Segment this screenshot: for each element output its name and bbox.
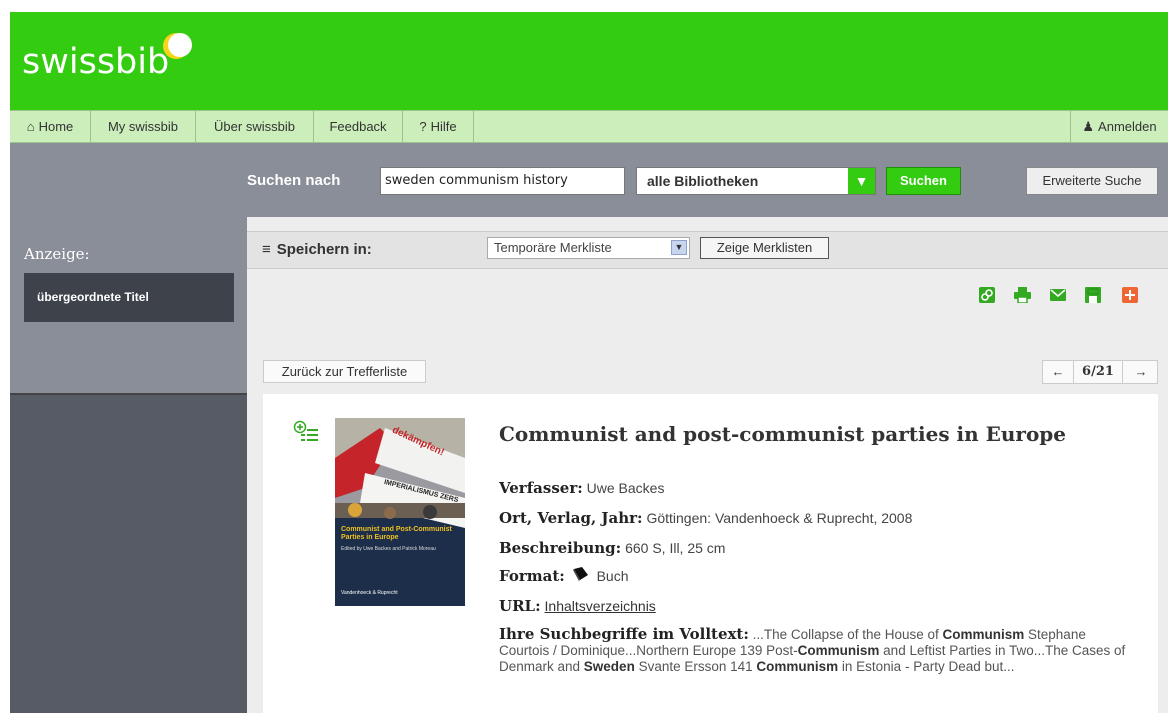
- cover-editors: Edited by Uwe Backes and Patrick Moreau: [341, 546, 436, 552]
- nav-my-swissbib[interactable]: My swissbib: [91, 111, 196, 142]
- cover-book-title: Communist and Post-Communist Parties in …: [341, 526, 452, 541]
- save-label: ≡ Speichern in:: [262, 241, 372, 258]
- add-to-list-icon[interactable]: [292, 420, 320, 444]
- format-field: Format: Buch: [499, 567, 629, 585]
- nav-feedback[interactable]: Feedback: [314, 111, 403, 142]
- book-icon-svg: [572, 567, 588, 581]
- house-icon: ⌂: [26, 119, 35, 134]
- book-cover[interactable]: dekämpfen! IMPERIALISMUS ZERS Communist …: [335, 418, 465, 606]
- list-icon: ≡: [262, 241, 271, 258]
- book-cover-image: [335, 418, 465, 606]
- page-indicator: 6/21: [1073, 361, 1123, 383]
- parent-titles-button[interactable]: übergeordnete Titel: [24, 273, 234, 322]
- display-heading: Anzeige:: [24, 245, 90, 263]
- user-icon: ♟: [1082, 119, 1095, 134]
- author-value: Uwe Backes: [586, 480, 665, 496]
- format-value: Buch: [596, 568, 629, 584]
- description-field: Beschreibung: 660 S, Ill, 25 cm: [499, 539, 726, 557]
- next-arrow-icon[interactable]: →: [1125, 361, 1157, 383]
- library-select-value: alle Bibliotheken: [647, 173, 759, 189]
- dropdown-arrow-icon[interactable]: ▼: [848, 168, 875, 194]
- search-input[interactable]: sweden communism history: [380, 167, 625, 195]
- link-icon[interactable]: [979, 287, 995, 303]
- library-select[interactable]: alle Bibliotheken ▼: [636, 167, 876, 195]
- add-icon[interactable]: [1122, 287, 1138, 303]
- logo-moon-icon: [163, 33, 192, 59]
- author-field: Verfasser: Uwe Backes: [499, 479, 665, 497]
- question-icon: ?: [419, 119, 427, 134]
- publication-value: Göttingen: Vandenhoeck & Ruprecht, 2008: [646, 510, 913, 526]
- back-to-results-button[interactable]: Zurück zur Trefferliste: [263, 360, 426, 383]
- pager: ← 6/21 →: [1042, 360, 1158, 384]
- logo[interactable]: swissbib: [22, 42, 169, 82]
- url-field: URL: Inhaltsverzeichnis: [499, 597, 656, 615]
- mail-icon[interactable]: [1050, 289, 1066, 301]
- search-label: Suchen nach: [247, 172, 341, 189]
- nav-home[interactable]: ⌂ Home: [10, 111, 91, 142]
- table-of-contents-link[interactable]: Inhaltsverzeichnis: [545, 598, 656, 614]
- nav-ueber-swissbib[interactable]: Über swissbib: [196, 111, 314, 142]
- login-link[interactable]: ♟ Anmelden: [1070, 111, 1168, 142]
- record-title[interactable]: Communist and post-communist parties in …: [499, 422, 1066, 446]
- book-icon: [572, 567, 589, 584]
- description-value: 660 S, Ill, 25 cm: [625, 540, 726, 556]
- publication-field: Ort, Verlag, Jahr: Göttingen: Vandenhoec…: [499, 509, 913, 527]
- fulltext-snippet: Ihre Suchbegriffe im Volltext: ...The Co…: [499, 625, 1126, 674]
- print-icon[interactable]: [1014, 287, 1031, 303]
- nav-hilfe[interactable]: ? Hilfe: [403, 111, 474, 142]
- search-button[interactable]: Suchen: [886, 167, 961, 195]
- watchlist-select[interactable]: Temporäre Merkliste ▼: [487, 237, 690, 259]
- save-icon[interactable]: [1085, 287, 1101, 303]
- advanced-search-button[interactable]: Erweiterte Suche: [1026, 167, 1158, 195]
- cover-publisher: Vandenhoeck & Ruprecht: [341, 590, 398, 596]
- show-watchlists-button[interactable]: Zeige Merklisten: [700, 237, 829, 259]
- prev-arrow-icon[interactable]: ←: [1043, 361, 1073, 383]
- main-nav: ⌂ Home My swissbib Über swissbib Feedback…: [10, 110, 1168, 143]
- chevron-down-icon[interactable]: ▼: [671, 240, 687, 255]
